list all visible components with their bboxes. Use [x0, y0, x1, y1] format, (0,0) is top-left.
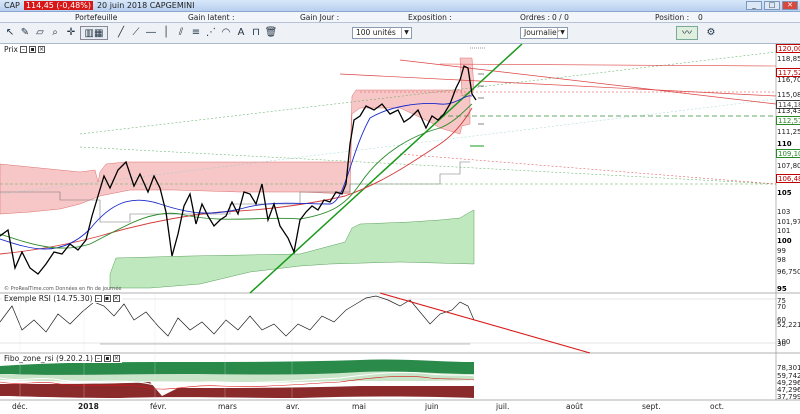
quantity-value: 100 unités: [356, 28, 396, 37]
fibo-zone-panel: [0, 359, 475, 398]
unrealized-gain-label: Gain latent :: [188, 13, 235, 22]
minimize-button[interactable]: _: [746, 1, 762, 10]
position-label: Position :: [655, 13, 690, 22]
price-panel-label: Prix: [4, 45, 18, 54]
time-tick-label: juin: [425, 402, 439, 411]
watermark-span: © ProRealTime.com Données en fin de jour…: [4, 285, 121, 292]
chevron-down-icon: ▼: [557, 28, 567, 38]
crosshair-icon[interactable]: ✛: [64, 26, 78, 40]
price-tick-label: 103: [777, 207, 791, 216]
arc-icon[interactable]: ◠: [219, 26, 233, 40]
channel-icon[interactable]: ⫽: [174, 26, 188, 40]
price-tick-label: 105: [777, 188, 792, 197]
price-tick-label: 101,97: [777, 217, 800, 226]
time-tick-label: avr.: [286, 402, 300, 411]
rsi-tick-label: 70: [777, 303, 786, 311]
price-tick-label: 96,750: [777, 268, 800, 277]
candles-icon[interactable]: ▥▦: [80, 26, 108, 40]
time-tick-label: août: [566, 402, 583, 411]
ticker-label: CAP: [4, 1, 20, 10]
time-tick-label: févr.: [150, 402, 167, 411]
price-tick-label: 98: [777, 256, 786, 265]
period-value: Journalier: [524, 28, 560, 37]
window-subtitle: 20 juin 2018 CAPGEMINI: [96, 1, 195, 10]
horizontal-line-icon[interactable]: ―: [144, 26, 158, 40]
trash-icon[interactable]: 🗑: [264, 26, 278, 40]
panel-settings-icon[interactable]: ▪: [103, 295, 111, 302]
close-button[interactable]: ✕: [782, 1, 798, 10]
period-select[interactable]: Journalier ▼: [520, 27, 568, 39]
orders-value[interactable]: 0 / 0: [552, 13, 569, 22]
price-tick-label: 101: [777, 227, 791, 236]
price-tick-label: 106,48: [776, 174, 800, 184]
drawing-toolbar: ↖ ✎ ▱ ⌕ ✛ ▥▦ ╱ ⟋ ― │ ⫽ ≡ ⋰ ◠ A ⊓ 🗑 100 u…: [0, 23, 800, 44]
fibo-panel-label: Fibo_zone_rsi (9.20.2.1): [4, 354, 93, 363]
price-tick-label: 112,57: [776, 115, 800, 125]
panel-minimize-icon[interactable]: –: [94, 355, 102, 362]
price-badge: 114,45 (-0,48%): [23, 1, 93, 10]
magnet-icon[interactable]: ⊓: [249, 26, 263, 40]
rsi-panel-label: Exemple RSI (14.75.30): [4, 294, 93, 303]
pencil-icon[interactable]: ✎: [18, 26, 32, 40]
title-bar: CAP 114,45 (-0,48%) 20 juin 2018 CAPGEMI…: [0, 0, 800, 12]
watermark-text: © ProRealTime.com Données en fin de jour…: [4, 285, 121, 292]
day-gain-label: Gain Jour :: [300, 13, 340, 22]
time-tick-label: déc.: [12, 402, 28, 411]
panel-settings-icon[interactable]: ▪: [103, 355, 111, 362]
panel-close-icon[interactable]: ×: [38, 46, 45, 53]
time-tick-label: juil.: [496, 402, 510, 411]
price-tick-label: 110: [777, 140, 792, 149]
price-panel-title: Prix – ▪ ×: [2, 45, 47, 54]
time-tick-label: oct.: [710, 402, 725, 411]
chart-type-icon[interactable]: 〰: [676, 26, 698, 40]
price-tick-label: 99: [777, 246, 786, 255]
price-tick-label: 109,10: [776, 149, 800, 159]
price-tick-label: 115,08: [777, 91, 800, 100]
ray-icon[interactable]: ⟋: [129, 26, 143, 40]
panel-settings-icon[interactable]: ▪: [29, 46, 36, 53]
vertical-line-icon[interactable]: │: [159, 26, 173, 40]
time-tick-label: sept.: [642, 402, 661, 411]
price-tick-label: 100: [777, 236, 792, 245]
zoom-icon[interactable]: ⌕: [48, 26, 62, 40]
time-tick-label: 2018: [78, 402, 99, 411]
fibo-tick-label: 100: [777, 338, 791, 346]
price-tick-label: 95: [777, 285, 787, 294]
eraser-icon[interactable]: ▱: [33, 26, 47, 40]
settings-icon[interactable]: ⚙: [704, 26, 718, 40]
price-tick-label: 107,80: [777, 161, 800, 170]
panel-minimize-icon[interactable]: –: [20, 46, 27, 53]
price-tick-label: 120,00: [776, 43, 800, 53]
text-tool-icon[interactable]: A: [234, 26, 248, 40]
rsi-tick-label: 52,221: [777, 321, 800, 329]
rsi-panel-title: Exemple RSI (14.75.30) – ▪ ×: [2, 294, 122, 303]
panel-close-icon[interactable]: ×: [112, 355, 120, 362]
price-tick-label: 116,70: [777, 75, 800, 84]
price-tick-label: 111,25: [777, 128, 800, 137]
panel-close-icon[interactable]: ×: [112, 295, 120, 302]
portfolio-label[interactable]: Portefeuille: [75, 13, 117, 22]
portfolio-info-bar: Portefeuille Gain latent : Gain Jour : E…: [0, 12, 800, 23]
maximize-button[interactable]: □: [764, 1, 780, 10]
trendline-icon[interactable]: ╱: [114, 26, 128, 40]
quantity-select[interactable]: 100 unités ▼: [352, 27, 412, 39]
position-value[interactable]: 0: [698, 13, 703, 22]
orders-label: Ordres :: [520, 13, 550, 22]
exposure-label: Exposition :: [408, 13, 452, 22]
fan-icon[interactable]: ⋰: [204, 26, 218, 40]
fibonacci-icon[interactable]: ≡: [189, 26, 203, 40]
fibo-tick-label: 37,799: [777, 393, 800, 401]
price-tick-label: 118,85: [777, 54, 800, 63]
panel-minimize-icon[interactable]: –: [94, 295, 102, 302]
time-tick-label: mars: [218, 402, 237, 411]
time-tick-label: mai: [352, 402, 366, 411]
fibo-panel-title: Fibo_zone_rsi (9.20.2.1) – ▪ ×: [2, 354, 122, 363]
chevron-down-icon: ▼: [401, 28, 411, 38]
pointer-icon[interactable]: ↖: [3, 26, 17, 40]
